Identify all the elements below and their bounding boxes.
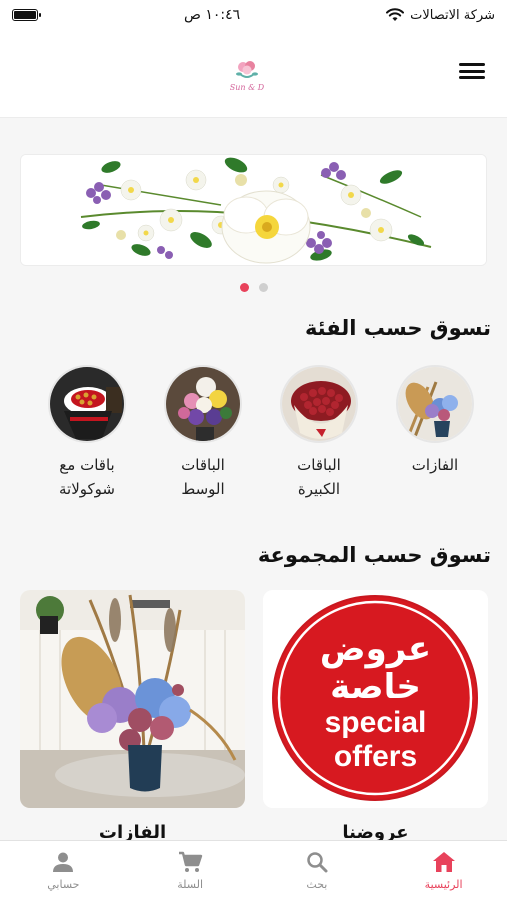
nav-search[interactable]: بحث (254, 841, 381, 900)
collection-card-offers[interactable]: عروض خاصة special offers (263, 590, 488, 808)
cart-icon (179, 851, 203, 872)
app-header: Sun & D (0, 30, 507, 118)
chocolate-bouquet-image (48, 365, 126, 443)
large-red-roses-image (280, 365, 358, 443)
category-label: الباقات الوسط (181, 456, 225, 498)
category-item-large[interactable]: الباقات الكبيرة (264, 365, 374, 501)
category-item-chocolate[interactable]: باقات مع شوكولاتة (32, 365, 142, 501)
person-icon (53, 852, 74, 872)
category-item-vases[interactable]: الفازات (380, 365, 490, 477)
flower-logo-icon (236, 60, 258, 78)
battery-icon (12, 9, 41, 21)
nav-cart-label: السلة (177, 878, 203, 891)
bottom-navigation: الرئيسية بحث السلة حسابي (0, 840, 507, 900)
nav-search-label: بحث (306, 878, 328, 891)
offers-english-line-1: special (324, 706, 427, 739)
nav-account[interactable]: حسابي (0, 841, 127, 900)
offers-english-line-2: offers (333, 740, 418, 773)
categories-title: تسوق حسب الفئة (304, 316, 491, 340)
category-label: باقات مع شوكولاتة (59, 456, 115, 498)
hero-banner[interactable] (20, 154, 487, 266)
nav-cart[interactable]: السلة (127, 841, 254, 900)
flower-banner-image (21, 155, 486, 265)
category-label: الباقات الكبيرة (297, 456, 341, 498)
status-bar: ١٠:٤٦ ص شركة الاتصالات (0, 0, 507, 30)
brand-logo[interactable]: Sun & D (216, 52, 278, 98)
offers-arabic-line-2: خاصة (330, 667, 421, 707)
pagination-dot-2[interactable] (258, 283, 268, 292)
category-item-medium[interactable]: الباقات الوسط (148, 365, 258, 501)
hamburger-menu-icon[interactable] (459, 60, 485, 82)
logo-text: Sun & D (229, 82, 265, 92)
pagination-dot-1[interactable] (239, 283, 249, 292)
medium-bouquet-image (164, 365, 242, 443)
offers-arabic-line-1: عروض (319, 629, 432, 669)
home-icon (432, 852, 455, 872)
carrier-name: شركة الاتصالات (410, 7, 495, 23)
carrier-group: شركة الاتصالات (386, 8, 495, 23)
vase-bouquet-image (396, 365, 474, 443)
collections-title: تسوق حسب المجموعة (257, 543, 491, 567)
battery-group (12, 9, 41, 21)
nav-home[interactable]: الرئيسية (380, 841, 507, 900)
nav-account-label: حسابي (47, 878, 80, 891)
vase-arrangement-image (20, 590, 245, 808)
banner-pagination (0, 283, 507, 292)
category-label: الفازات (411, 456, 459, 474)
collection-card-vases[interactable] (20, 590, 245, 808)
nav-home-label: الرئيسية (424, 878, 463, 891)
wifi-icon (386, 8, 405, 21)
search-icon (307, 852, 328, 873)
category-list: الفازات الباقات الكبيرة الباقات الوسط با… (40, 365, 492, 505)
status-time: ١٠:٤٦ ص (183, 7, 241, 23)
